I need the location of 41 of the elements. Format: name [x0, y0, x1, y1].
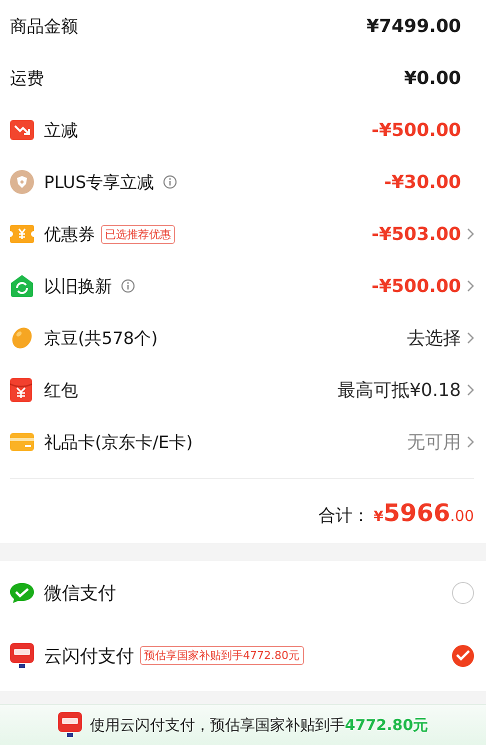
row-value[interactable]: -¥500.00 — [372, 276, 461, 296]
row-value[interactable]: -¥503.00 — [372, 224, 461, 244]
row-label: 优惠券 — [44, 224, 95, 246]
row-label: PLUS专享立减 — [44, 172, 154, 194]
chat-bubble-icon — [10, 582, 34, 604]
bean-icon — [10, 326, 34, 350]
check-icon — [456, 650, 470, 661]
row-value[interactable]: 去选择 — [407, 326, 461, 350]
total-decimal: .00 — [450, 507, 474, 525]
row-value: ¥7499.00 — [366, 16, 461, 36]
row-label: 红包 — [44, 380, 78, 402]
row-value[interactable]: 最高可抵¥0.18 — [337, 378, 461, 402]
row-value: -¥500.00 — [372, 120, 461, 140]
coupon-icon — [10, 224, 34, 244]
row-label: 以旧换新 — [44, 276, 112, 298]
row-label: 立减 — [44, 120, 78, 142]
radio-button[interactable] — [452, 644, 474, 666]
downtrend-icon — [10, 120, 34, 140]
app-logo-icon — [58, 712, 82, 738]
row-label: 运费 — [10, 68, 44, 90]
row-label: 京豆(共578个) — [44, 328, 158, 350]
envelope-icon — [10, 378, 32, 402]
payment-label: 微信支付 — [44, 582, 116, 604]
row-value: -¥30.00 — [384, 172, 461, 192]
card-icon — [10, 433, 34, 451]
promo-tag: 已选推荐优惠 — [101, 224, 175, 244]
subsidy-amount: 4772.80元 — [344, 716, 428, 734]
payment-label: 云闪付支付 — [44, 644, 134, 668]
recycle-house-icon — [10, 274, 34, 298]
radio-button[interactable] — [452, 582, 474, 604]
total-amount: 5966 — [383, 499, 450, 527]
row-label: 礼品卡(京东卡/E卡) — [44, 432, 193, 454]
subsidy-tag: 预估享国家补贴到手4772.80元 — [140, 646, 304, 665]
app-logo-icon — [10, 642, 34, 668]
total-label: 合计： — [318, 505, 370, 527]
shield-badge-icon — [10, 170, 34, 194]
banner-text: 使用云闪付支付，预估享国家补贴到手 — [90, 716, 345, 734]
currency-sign: ¥ — [374, 509, 384, 525]
row-value: ¥0.00 — [404, 68, 461, 88]
row-value[interactable]: 无可用 — [407, 430, 461, 454]
row-label: 商品金额 — [10, 16, 78, 38]
